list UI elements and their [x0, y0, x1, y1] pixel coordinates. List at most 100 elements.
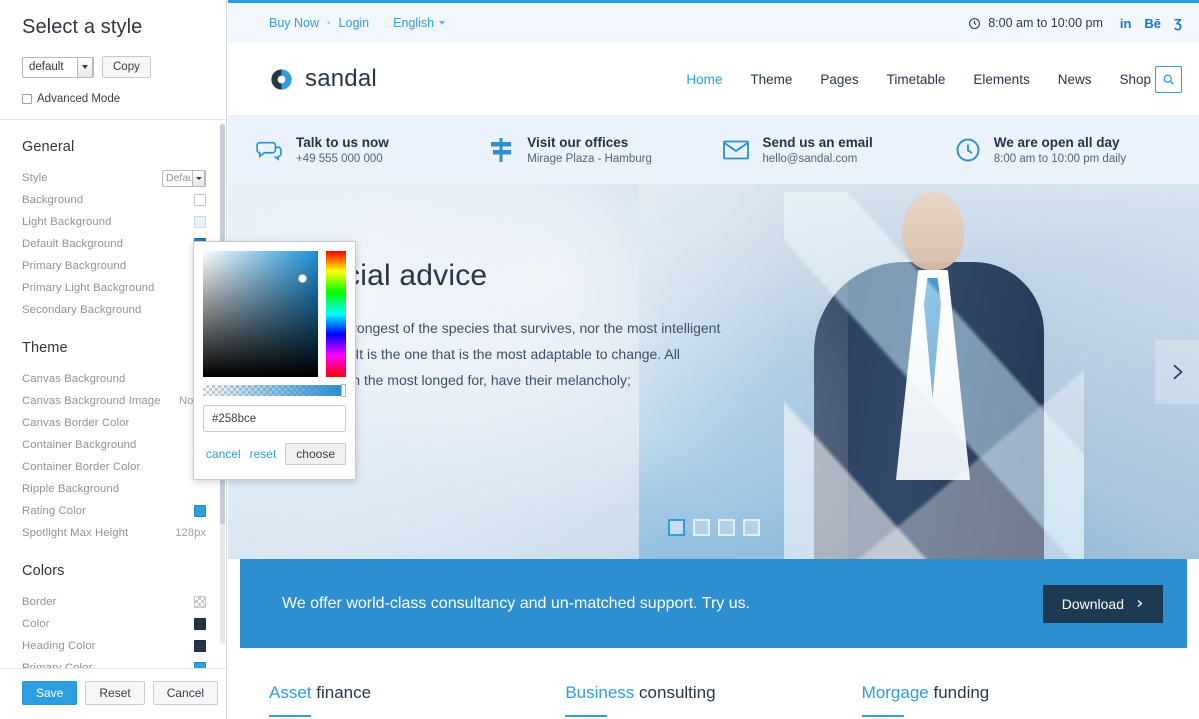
save-button[interactable]: Save: [22, 681, 78, 705]
color-swatch[interactable]: [194, 662, 206, 668]
setting-label: Background: [22, 194, 84, 206]
advanced-mode-checkbox[interactable]: [22, 94, 32, 104]
envelope-icon: [722, 140, 749, 160]
linkedin-icon[interactable]: in: [1120, 16, 1132, 31]
language-selector[interactable]: English: [393, 16, 446, 30]
color-swatch[interactable]: [194, 505, 206, 517]
setting-label: Rating Color: [22, 505, 86, 517]
hero-pagination-dot[interactable]: [667, 519, 685, 536]
site-topbar: Buy Now • Login English 8:00 am to 10:00…: [228, 3, 1199, 43]
page-title: Select a style: [22, 16, 143, 38]
search-button[interactable]: [1155, 65, 1182, 93]
behance-icon[interactable]: Bē: [1144, 16, 1161, 31]
download-button[interactable]: Download: [1042, 584, 1163, 623]
setting-row[interactable]: Light Background: [0, 211, 226, 233]
color-swatch[interactable]: [194, 618, 206, 630]
service-item[interactable]: Morgage funding: [861, 683, 1158, 717]
picker-cancel-link[interactable]: cancel: [206, 447, 241, 461]
setting-label: Light Background: [22, 216, 112, 228]
nav-link-elements[interactable]: Elements: [973, 72, 1029, 87]
setting-label: Canvas Background Image: [22, 395, 161, 407]
cancel-button[interactable]: Cancel: [152, 681, 219, 705]
color-swatch[interactable]: [194, 194, 206, 206]
setting-label: Container Border Color: [22, 461, 141, 473]
setting-row[interactable]: Heading Color: [0, 635, 226, 657]
color-picker-actions: cancel reset choose: [203, 443, 346, 465]
hero-pagination-dot[interactable]: [717, 519, 735, 536]
alpha-slider[interactable]: [203, 384, 346, 397]
opening-hours-text: 8:00 am to 10:00 pm: [988, 16, 1103, 30]
info-item[interactable]: Talk to us now +49 555 000 000: [256, 135, 489, 165]
setting-label: Style: [22, 172, 48, 184]
setting-select[interactable]: Default: [162, 169, 206, 187]
saturation-handle[interactable]: [298, 274, 307, 283]
service-item[interactable]: Business consulting: [565, 683, 861, 717]
main-navigation: Home Theme Pages Timetable Elements News Shop: [686, 72, 1151, 87]
login-link[interactable]: Login: [339, 16, 370, 30]
alpha-handle[interactable]: [341, 384, 346, 397]
topbar-right: 8:00 am to 10:00 pm in Bē Ʒ: [968, 16, 1182, 31]
chevron-right-icon: [1137, 600, 1143, 607]
brand-name: sandal: [305, 65, 377, 92]
saturation-value-area[interactable]: [203, 251, 319, 377]
setting-row[interactable]: Spotlight Max Height 128px: [0, 522, 226, 544]
hex-input[interactable]: #258bce: [203, 405, 346, 432]
download-button-label: Download: [1061, 595, 1124, 612]
color-picker-popup[interactable]: #258bce cancel reset choose: [193, 241, 356, 480]
copy-button[interactable]: Copy: [102, 56, 151, 78]
setting-row[interactable]: Color: [0, 613, 226, 635]
hero-pagination-dot[interactable]: [742, 519, 760, 536]
setting-label: Secondary Background: [22, 304, 142, 316]
hue-slider[interactable]: [326, 251, 346, 377]
setting-row[interactable]: Primary Color: [0, 657, 226, 668]
picker-reset-link[interactable]: reset: [250, 447, 277, 461]
setting-label: Container Background: [22, 439, 137, 451]
service-title-accent: Asset: [269, 682, 312, 702]
nav-link-timetable[interactable]: Timetable: [887, 72, 946, 87]
setting-row[interactable]: Ripple Background: [0, 478, 226, 500]
nav-link-news[interactable]: News: [1058, 72, 1092, 87]
hero-pagination-dot[interactable]: [692, 519, 710, 536]
advanced-mode-row[interactable]: Advanced Mode: [22, 93, 208, 105]
setting-row[interactable]: Border: [0, 591, 226, 613]
cta-banner: We offer world-class consultancy and un-…: [240, 559, 1187, 648]
setting-row[interactable]: Rating Color: [0, 500, 226, 522]
reset-button[interactable]: Reset: [85, 681, 145, 705]
setting-row[interactable]: Background: [0, 189, 226, 211]
brand[interactable]: sandal: [269, 65, 377, 93]
color-swatch[interactable]: [194, 596, 206, 608]
nav-link-home[interactable]: Home: [686, 72, 722, 87]
clock-icon: [969, 17, 981, 29]
cta-text: We offer world-class consultancy and un-…: [282, 594, 751, 612]
chevron-down-icon: [77, 56, 93, 78]
info-item[interactable]: Visit our offices Mirage Plaza - Hamburg: [489, 135, 722, 165]
style-chooser-row: default Copy: [22, 56, 208, 78]
setting-label: Primary Color: [22, 662, 93, 668]
service-underline: [861, 714, 904, 717]
nav-link-pages[interactable]: Pages: [820, 72, 858, 87]
info-sub: Mirage Plaza - Hamburg: [527, 153, 652, 165]
topbar-left: Buy Now • Login English: [269, 16, 446, 30]
buy-now-link[interactable]: Buy Now: [269, 16, 319, 30]
info-item[interactable]: Send us an email hello@sandal.com: [722, 135, 956, 165]
nav-link-theme[interactable]: Theme: [750, 72, 792, 87]
picker-choose-button[interactable]: choose: [285, 443, 346, 465]
color-swatch[interactable]: [194, 216, 206, 228]
hero-pagination: [667, 519, 760, 536]
hero-next-button[interactable]: [1155, 339, 1199, 404]
info-texts: Talk to us now +49 555 000 000: [296, 135, 389, 165]
color-picker-top: [203, 251, 346, 377]
service-item[interactable]: Asset finance: [269, 683, 565, 717]
screen-root: Select a style default Copy Advanced Mod…: [0, 0, 1199, 719]
nav-link-shop[interactable]: Shop: [1119, 72, 1151, 87]
vine-icon[interactable]: Ʒ: [1174, 16, 1182, 31]
setting-label: Default Background: [22, 238, 124, 250]
style-select[interactable]: default: [22, 56, 94, 78]
setting-value: 128px: [175, 527, 206, 539]
color-swatch[interactable]: [194, 640, 206, 652]
info-texts: Visit our offices Mirage Plaza - Hamburg: [527, 135, 652, 165]
advanced-mode-label: Advanced Mode: [37, 93, 121, 105]
setting-row[interactable]: Style Default: [0, 167, 226, 189]
info-item[interactable]: We are open all day 8:00 am to 10:00 pm d…: [956, 135, 1189, 165]
color-swatch[interactable]: [194, 483, 206, 495]
